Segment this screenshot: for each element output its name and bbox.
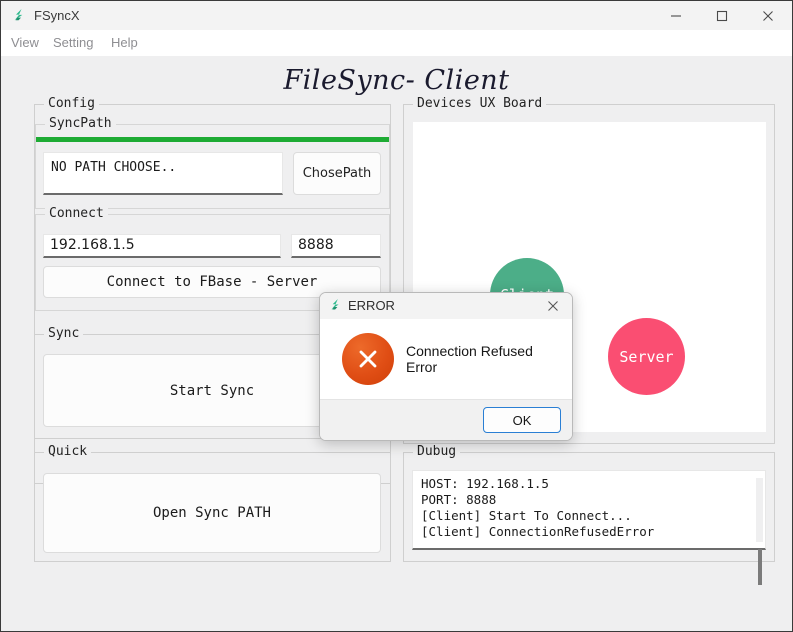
debug-group-label: Dubug [413, 444, 461, 460]
error-dialog-footer: OK [320, 399, 572, 440]
menu-bar: View Setting Help [1, 30, 792, 56]
error-dialog-body: Connection Refused Error [320, 319, 572, 399]
error-dialog-titlebar: ERROR [320, 293, 572, 320]
port-input[interactable]: 8888 [291, 234, 381, 258]
maximize-icon[interactable] [699, 1, 745, 30]
app-logo-icon [11, 8, 27, 24]
quick-group-label: Quick [44, 444, 92, 460]
devices-board-group-label: Devices UX Board [413, 96, 547, 112]
title-bar: FSyncX [1, 1, 792, 30]
debug-scrollbar[interactable] [756, 478, 763, 542]
debug-scrollbar-thumb[interactable] [758, 549, 762, 585]
syncpath-group-label: SyncPath [45, 116, 116, 132]
menu-item-view[interactable]: View [7, 34, 43, 52]
page-title: FileSync- Client [283, 65, 510, 96]
host-input[interactable]: 192.168.1.5 [43, 234, 281, 258]
error-dialog: ERROR Connection Refused Error OK [319, 292, 573, 441]
connect-group-label: Connect [45, 206, 108, 222]
ok-button[interactable]: OK [483, 407, 561, 433]
config-group-label: Config [44, 96, 99, 112]
debug-log-output[interactable]: HOST: 192.168.1.5 PORT: 8888 [Client] St… [412, 470, 766, 550]
chose-path-button[interactable]: ChosePath [293, 152, 381, 195]
device-node-server[interactable]: Server [608, 318, 685, 395]
application-window: FSyncX View Setting Help FileSync- Clien… [0, 0, 793, 632]
error-dialog-title: ERROR [348, 298, 395, 313]
error-dialog-message: Connection Refused Error [406, 343, 533, 375]
window-title: FSyncX [34, 8, 80, 23]
menu-item-help[interactable]: Help [107, 34, 142, 52]
syncpath-accent-bar [36, 137, 389, 142]
close-icon[interactable] [745, 1, 791, 30]
sync-group-label: Sync [44, 326, 84, 342]
error-cross-icon [342, 333, 394, 385]
sync-path-input[interactable]: NO PATH CHOOSE.. [43, 152, 283, 195]
menu-item-setting[interactable]: Setting [49, 34, 97, 52]
app-logo-icon [328, 298, 343, 313]
close-icon[interactable] [538, 293, 568, 319]
minimize-icon[interactable] [653, 1, 699, 30]
open-sync-path-button[interactable]: Open Sync PATH [43, 473, 381, 553]
